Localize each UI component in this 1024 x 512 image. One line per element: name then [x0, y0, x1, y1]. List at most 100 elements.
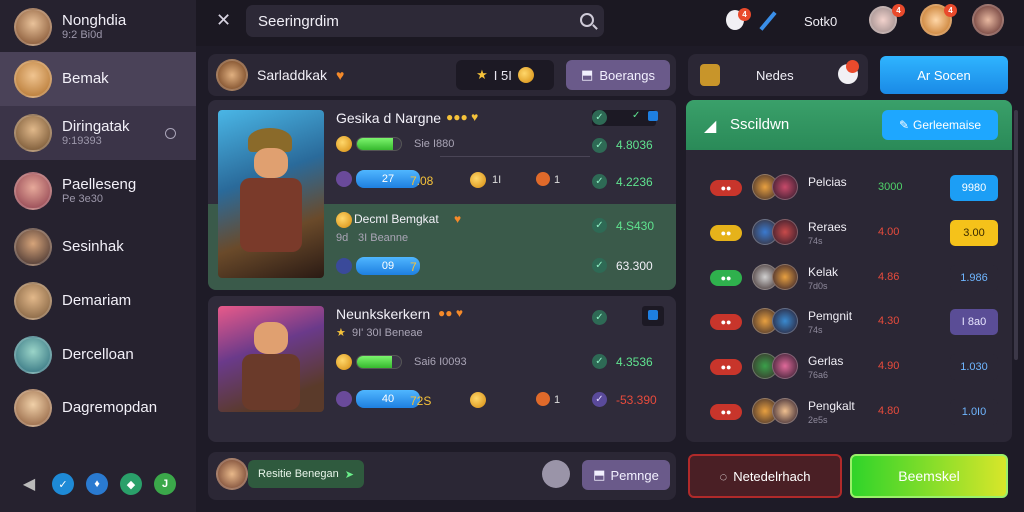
row-button[interactable]: 9980	[950, 175, 998, 201]
radio-icon[interactable]	[165, 127, 176, 139]
row-button[interactable]: 1.0I0	[950, 399, 998, 425]
avatar-pair	[752, 174, 800, 202]
avatar[interactable]	[972, 4, 1004, 36]
tag-icon: ⬒	[593, 467, 606, 482]
row-name: Pemgnit	[808, 309, 853, 323]
badge-icon: ●●● ♥	[446, 110, 479, 124]
discord-icon[interactable]: ◆	[120, 473, 142, 495]
row-name: Kelak	[808, 265, 839, 279]
list-item[interactable]: ●● Kelak 7d0s 4.86 1.986	[708, 258, 1008, 298]
footer-button-label: Pemnge	[610, 467, 659, 483]
row-button[interactable]: 3.00	[950, 220, 998, 246]
banner-button-label: Gerleemaise	[913, 118, 982, 132]
check-icon: ✓	[592, 392, 607, 407]
list-item[interactable]: ●● Pelcias 3000 9980	[708, 168, 1008, 208]
avatar	[14, 282, 52, 320]
sidebar-item-label: Demariam	[62, 292, 132, 310]
notification-badge: 4	[892, 4, 905, 17]
footer-left: Resitie Benegan ➤ ⬒ Pemnge	[208, 452, 676, 500]
search-input[interactable]: Seeringrdim	[246, 5, 604, 37]
shield-icon[interactable]: ♦	[86, 473, 108, 495]
header-button[interactable]: ⬒ Boerangs	[566, 60, 670, 90]
blue-bar-value: 40	[381, 393, 395, 405]
sidebar-item-demariam[interactable]: Demariam	[0, 274, 196, 328]
list-item[interactable]: ●● Pemgnit 74s 4.30 I 8a0	[708, 302, 1008, 342]
hero-portrait-warrior	[218, 110, 324, 278]
user-avatar	[14, 8, 52, 46]
coins-display: ★ I 5I	[456, 60, 554, 90]
card1-title: Gesika d Nargne	[336, 110, 442, 126]
sidebar-item-label: Bemak	[62, 70, 109, 88]
row-sub: 7d0s	[808, 281, 828, 291]
sidebar-item-dercelloan[interactable]: Dercelloan	[0, 328, 196, 382]
list-item[interactable]: ●● Gerlas 76a6 4.90 1.030	[708, 347, 1008, 387]
blue-bar-value: 09	[381, 260, 395, 272]
list-value: -53.390	[616, 393, 657, 407]
avatar-pair	[752, 219, 800, 247]
row-name: Reraes	[808, 220, 847, 234]
toggle-icon[interactable]: ●●	[710, 270, 742, 286]
hero-card-2[interactable]: Neunkskerkern ●● ♥ ★ 9I' 30I Beneae Sai6…	[208, 296, 676, 442]
close-icon[interactable]: ✕	[216, 10, 231, 31]
card2-val1: 72S	[410, 394, 432, 408]
row-button[interactable]: I 8a0	[950, 309, 998, 335]
card1-sub-title: Decml Bemgkat	[354, 212, 439, 226]
info-icon	[648, 310, 658, 320]
sidebar-item-diringatak[interactable]: Diringatak 9:19393	[0, 106, 196, 160]
top-label: Sotk0	[804, 14, 838, 29]
sidebar-item-bemak[interactable]: Bemak	[0, 52, 196, 106]
footer-pill[interactable]: Resitie Benegan ➤	[248, 460, 364, 488]
row-button[interactable]: 1.030	[950, 354, 998, 380]
sidebar-item-dagremopdan[interactable]: Dagremopdan	[0, 381, 196, 435]
user-name: Nonghdia	[62, 12, 127, 30]
search-icon[interactable]	[580, 13, 594, 27]
speaker-icon[interactable]: ◀	[18, 473, 40, 495]
sidebar-item-paelleseng[interactable]: Paelleseng Pe 3e30	[0, 164, 196, 218]
header-title: Sarladdkak	[257, 67, 328, 83]
toggle-icon[interactable]: ●●	[710, 404, 742, 420]
toggle-icon[interactable]: ●●	[710, 359, 742, 375]
footer-label: Resitie Benegan	[258, 468, 339, 480]
footer-button-green[interactable]: Beemskel	[850, 454, 1008, 498]
pen-icon[interactable]	[759, 11, 777, 31]
twitter-icon[interactable]: ✓	[52, 473, 74, 495]
check-icon: ✓	[592, 258, 607, 273]
arrow-icon: ➤	[344, 468, 354, 481]
card1-sub-line2: 3I Beanne	[358, 232, 409, 244]
right-tab[interactable]: Nedes	[688, 54, 868, 96]
notification-badge	[846, 60, 859, 73]
chat-icon: ◌	[719, 468, 728, 484]
right-tab-label: Nedes	[756, 68, 794, 83]
toggle-icon[interactable]: ●●	[710, 180, 742, 196]
top-bar: ✕ Seeringrdim 4 Sotk0 4 4	[196, 0, 1024, 46]
row-sub: 74s	[808, 236, 823, 246]
ar-socen-label: Ar Socen	[917, 67, 971, 83]
coin-icon	[336, 212, 352, 228]
banner-button[interactable]: ✎ Gerleemaise	[882, 110, 998, 140]
row-button[interactable]: 1.986	[950, 265, 998, 291]
sidebar-item-sub: 9:19393	[62, 135, 102, 148]
footer-button-red-label: Netedelrhach	[733, 468, 811, 484]
list-item[interactable]: ●● Reraes 74s 4.00 3.00	[708, 213, 1008, 253]
scrollbar[interactable]	[1014, 110, 1018, 360]
game-icon[interactable]: J	[154, 473, 176, 495]
sidebar-item-sesinhak[interactable]: Sesinhak	[0, 220, 196, 274]
blue-bar-value: 27	[381, 173, 395, 185]
toggle-icon[interactable]: ●●	[710, 314, 742, 330]
footer-button-red[interactable]: ◌ Netedelrhach	[688, 454, 842, 498]
settings-icon[interactable]	[542, 460, 570, 488]
list-value: 4.3536	[616, 355, 653, 369]
hero-card-1[interactable]: Gesika d Nargne ●●● ♥ ✓ ✓ Sie I880 27 7.…	[208, 100, 676, 290]
card1-sub-line1: 9d	[336, 232, 349, 244]
row-name: Pelcias	[808, 175, 847, 189]
row-sub: 76a6	[808, 370, 829, 380]
list-item[interactable]: ●● Pengkalt 2e5s 4.80 1.0I0	[708, 392, 1008, 432]
footer-button[interactable]: ⬒ Pemnge	[582, 460, 670, 490]
ar-socen-button[interactable]: Ar Socen	[880, 56, 1008, 94]
user-profile[interactable]: Nonghdia 9:2 Bi0d	[0, 0, 196, 54]
toggle-icon[interactable]: ●●	[710, 225, 742, 241]
mana-icon	[336, 171, 352, 187]
list-value: 4.8036	[616, 138, 653, 152]
avatar	[14, 114, 52, 152]
check-icon: ✓	[592, 138, 607, 153]
